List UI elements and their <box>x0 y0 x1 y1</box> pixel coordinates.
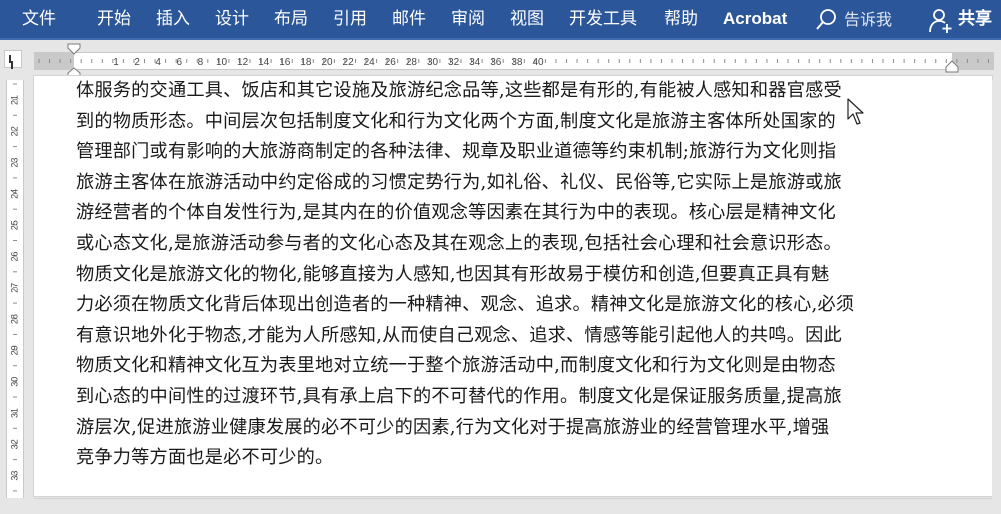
document-page[interactable]: 体服务的交通工具、饭店和其它设施及旅游纪念品等,这些都是有形的,有能被人感知和器… <box>34 76 992 496</box>
share-button[interactable]: 共享 <box>958 0 992 38</box>
text-line: 体服务的交通工具、饭店和其它设施及旅游纪念品等,这些都是有形的,有能被人感知和器… <box>76 80 842 101</box>
vertical-ruler-ticks: 21 22 23 24 25 26 27 28 29 30 31 32 33 <box>9 83 19 492</box>
text-line: 管理部门或有影响的大旅游商制定的各种法律、规章及职业道德等约束机制;旅游行为文化… <box>76 141 837 163</box>
lightbulb-search-icon[interactable] <box>815 8 839 32</box>
ruler-number: 32 <box>9 439 19 449</box>
tab-references[interactable]: 引用 <box>333 0 367 38</box>
ruler-number: 4 <box>155 57 161 68</box>
ruler-number: 33 <box>9 471 19 481</box>
ruler-number: 16 <box>279 57 291 68</box>
tab-design[interactable]: 设计 <box>215 0 249 38</box>
text-line: 到心态的中间性的过渡环节,具有承上启下的不可替代的作用。制度文化是保证服务质量,… <box>76 385 842 407</box>
ruler-number: 30 <box>9 377 19 387</box>
tell-me-input[interactable]: 告诉我 <box>844 0 892 40</box>
text-line: 物质文化是旅游文化的物化,能够直接为人感知,也因其有形故易于模仿和创造,但要真正… <box>76 263 830 285</box>
ruler-number: 10 <box>216 57 228 68</box>
ruler-number: 6 <box>177 57 183 68</box>
text-line: 竞争力等方面也是必不可少的。 <box>76 447 334 469</box>
text-line: 到的物质形态。中间层次包括制度文化和行为文化两个方面,制度文化是旅游主客体所处国… <box>76 110 836 132</box>
ruler-number: 20 <box>321 57 333 68</box>
ruler-number: 30 <box>427 57 439 68</box>
ruler-number: 18 <box>300 57 312 68</box>
text-line: 或心态文化,是旅游活动参与者的文化心态及其在观念上的表现,包括社会心理和社会意识… <box>76 232 842 254</box>
horizontal-ruler-ticks: 1 2 4 6 8 10 12 14 16 18 20 22 24 26 28 30 32 34 36 38 40 <box>38 57 989 68</box>
ruler-number: 28 <box>406 57 418 68</box>
ruler-number: 28 <box>9 314 19 324</box>
ruler-number: 36 <box>490 57 502 68</box>
vertical-ruler[interactable]: 21 22 23 24 25 26 27 28 29 30 31 32 33 <box>6 80 24 500</box>
ruler-number: 14 <box>258 57 270 68</box>
ruler-number: 24 <box>364 57 376 68</box>
ruler-number: 26 <box>385 57 397 68</box>
ribbon-tab-bar: 文件 开始 插入 设计 布局 引用 邮件 审阅 视图 开发工具 帮助 Acrob… <box>0 0 1001 40</box>
ruler-number: 34 <box>469 57 481 68</box>
text-line: 力必须在物质文化背后体现出创造者的一种精神、观念、追求。精神文化是旅游文化的核心… <box>76 294 855 316</box>
tab-help[interactable]: 帮助 <box>664 0 698 38</box>
ruler-number: 8 <box>198 57 204 68</box>
text-line: 游经营者的个体自发性行为,是其内在的价值观念等因素在其行为中的表现。核心层是精神… <box>76 202 836 224</box>
ruler-number: 21 <box>9 95 19 105</box>
text-line: 游层次,促进旅游业健康发展的必不可少的因素,行为文化对于提高旅游业的经营管理水平… <box>76 416 830 438</box>
ruler-number: 23 <box>9 158 19 168</box>
ruler-number: 24 <box>9 189 19 199</box>
mouse-pointer-icon <box>847 98 864 125</box>
tab-acrobat[interactable]: Acrobat <box>723 0 787 38</box>
text-line: 物质文化和精神文化互为表里地对立统一于整个旅游活动中,而制度文化和行为文化则是由… <box>76 355 836 377</box>
indent-markers[interactable] <box>67 43 81 79</box>
ruler-number: 1 <box>113 57 119 68</box>
tab-stop-selector[interactable] <box>4 50 22 68</box>
vertical-scrollbar[interactable] <box>992 80 1001 500</box>
ruler-number: 25 <box>9 220 19 230</box>
ruler-number: 32 <box>448 57 460 68</box>
ruler-number: 27 <box>9 283 19 293</box>
tab-file[interactable]: 文件 <box>22 0 56 38</box>
ruler-number: 40 <box>532 57 544 68</box>
tab-developer[interactable]: 开发工具 <box>569 0 637 38</box>
text-line: 有意识地外化于物态,才能为人所感知,从而使自己观念、追求、情感等能引起他人的共鸣… <box>76 324 842 346</box>
document-paragraph[interactable]: 体服务的交通工具、饭店和其它设施及旅游纪念品等,这些都是有形的,有能被人感知和器… <box>76 76 956 474</box>
right-indent-marker[interactable] <box>945 60 959 74</box>
tab-review[interactable]: 审阅 <box>451 0 485 38</box>
tab-view[interactable]: 视图 <box>510 0 544 38</box>
ruler-number: 22 <box>343 57 355 68</box>
bottom-band <box>0 498 1001 514</box>
ruler-number: 38 <box>511 57 523 68</box>
ruler-number: 12 <box>237 57 249 68</box>
tab-home[interactable]: 开始 <box>97 0 131 38</box>
ruler-number: 22 <box>9 126 19 136</box>
text-line: 旅游主客体在旅游活动中约定俗成的习惯定势行为,如礼俗、礼仪、民俗等,它实际上是旅… <box>76 171 842 193</box>
ruler-number: 29 <box>9 345 19 355</box>
ruler-number: 31 <box>9 408 19 418</box>
ruler-number: 26 <box>9 251 19 261</box>
horizontal-ruler[interactable]: 1 2 4 6 8 10 12 14 16 18 20 22 24 26 28 30 32 34 36 38 40 <box>34 52 994 70</box>
tab-mailings[interactable]: 邮件 <box>392 0 426 38</box>
ruler-number: 2 <box>134 57 140 68</box>
tab-layout[interactable]: 布局 <box>274 0 308 38</box>
tab-insert[interactable]: 插入 <box>156 0 190 38</box>
share-person-icon[interactable] <box>929 8 953 34</box>
